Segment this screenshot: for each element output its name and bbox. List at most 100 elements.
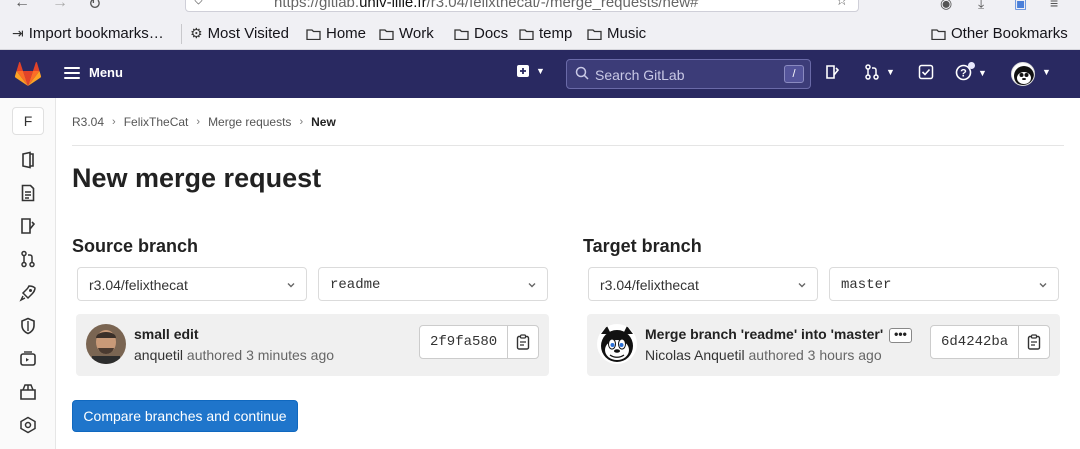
account-icon[interactable]: ▣ (1014, 0, 1027, 12)
folder-icon (454, 28, 469, 40)
issues-icon[interactable] (19, 217, 37, 235)
todos-button[interactable] (918, 64, 934, 80)
commit-author-avatar[interactable] (86, 324, 126, 364)
commit-author-avatar[interactable] (597, 324, 637, 364)
target-commit-card: Merge branch 'readme' into 'master' ••• N… (587, 314, 1060, 376)
commit-title-link[interactable]: small edit (134, 326, 199, 342)
source-commit-card: small edit anquetil authored 3 minutes a… (76, 314, 549, 376)
chevron-right-icon: › (196, 116, 201, 128)
search-shortcut-key: / (784, 65, 804, 83)
commit-sha-link[interactable]: 6d4242ba (931, 326, 1020, 358)
commit-title-link[interactable]: Merge branch 'readme' into 'master' ••• (645, 326, 912, 343)
bookmark-docs[interactable]: Docs (454, 25, 508, 42)
breadcrumb-merge-requests[interactable]: Merge requests (208, 115, 291, 129)
notification-dot (968, 62, 975, 69)
commit-meta: Nicolas Anquetil authored 3 hours ago (645, 347, 882, 363)
packages-icon[interactable] (19, 383, 37, 401)
clipboard-icon (517, 334, 530, 350)
monitor-icon[interactable] (19, 416, 37, 434)
bookmarks-divider (181, 24, 182, 44)
hamburger-icon (64, 66, 80, 79)
chevron-right-icon: › (112, 116, 116, 128)
bookmark-import[interactable]: ⇥ Import bookmarks… (12, 25, 164, 42)
search-placeholder: Search GitLab (595, 67, 685, 83)
merge-request-icon (865, 64, 879, 80)
clipboard-icon (1028, 334, 1041, 350)
felix-cat-avatar-icon (1014, 66, 1034, 85)
source-project-dropdown[interactable]: r3.04/felixthecat (77, 267, 307, 301)
url-bar[interactable]: ⛉ https://gitlab.univ-lille.fr/r3.04/fel… (185, 0, 859, 12)
bookmark-home[interactable]: Home (306, 25, 366, 42)
breadcrumb-group[interactable]: R3.04 (72, 115, 104, 129)
issues-icon (826, 65, 840, 79)
browser-toolbar: ← → ↻ ⛉ https://gitlab.univ-lille.fr/r3.… (0, 0, 1080, 14)
user-avatar[interactable] (1011, 62, 1035, 86)
bookmark-other[interactable]: Other Bookmarks (931, 25, 1068, 42)
folder-icon (379, 28, 394, 40)
url-text: https://gitlab.univ-lille.fr/r3.04/felix… (274, 0, 699, 11)
downloads-icon[interactable]: ⤓ (978, 0, 984, 12)
compare-branches-button[interactable]: Compare branches and continue (72, 400, 298, 432)
gitlab-top-nav: Menu ▼ Search GitLab / ▼ ? ▼ ▼ (0, 50, 1080, 98)
source-branch-dropdown[interactable]: readme (318, 267, 548, 301)
copy-sha-button[interactable] (508, 326, 538, 358)
back-icon[interactable]: ← (14, 0, 30, 12)
folder-icon (587, 28, 602, 40)
author-photo-icon (86, 324, 126, 364)
bookmark-star-icon[interactable]: ☆ (835, 0, 848, 9)
breadcrumb: R3.04 › FelixTheCat › Merge requests › N… (72, 115, 336, 129)
chevron-down-icon (1039, 283, 1047, 288)
new-dropdown-button[interactable]: ▼ (516, 64, 545, 78)
breadcrumb-project[interactable]: FelixTheCat (124, 115, 189, 129)
chevron-down-icon: ▼ (536, 66, 545, 76)
chevron-down-icon[interactable]: ▼ (1042, 67, 1051, 77)
source-branch-heading: Source branch (72, 236, 199, 256)
commit-author-link[interactable]: Nicolas Anquetil (645, 347, 745, 363)
breadcrumb-current[interactable]: New (311, 115, 336, 129)
folder-icon (519, 28, 534, 40)
svg-text:?: ? (960, 68, 967, 80)
rocket-icon[interactable] (19, 284, 37, 302)
bookmark-music[interactable]: Music (587, 25, 646, 42)
commit-sha-link[interactable]: 2f9fa580 (420, 326, 509, 358)
target-branch-dropdown[interactable]: master (829, 267, 1059, 301)
page-title: New merge request (72, 163, 322, 193)
deployments-icon[interactable] (19, 350, 37, 368)
copy-sha-button[interactable] (1019, 326, 1049, 358)
chevron-down-icon (287, 283, 295, 288)
project-sidebar: F (0, 98, 56, 449)
commit-author-link[interactable]: anquetil (134, 347, 183, 363)
bookmark-work[interactable]: Work (379, 25, 434, 42)
plus-square-icon (517, 65, 529, 77)
target-branch-value: master (841, 277, 892, 293)
merge-request-icon[interactable] (19, 250, 37, 268)
repository-icon[interactable] (19, 184, 37, 202)
shield-icon: ⛉ (194, 0, 204, 7)
commit-sha-group: 2f9fa580 (419, 325, 540, 359)
forward-icon[interactable]: → (52, 0, 68, 12)
reload-icon[interactable]: ↻ (88, 0, 101, 14)
bookmark-temp[interactable]: temp (519, 25, 572, 42)
gear-icon: ⚙ (190, 25, 203, 41)
search-input[interactable]: Search GitLab / (566, 59, 811, 89)
import-icon: ⇥ (12, 25, 24, 41)
shield-icon[interactable] (19, 317, 37, 335)
pocket-icon[interactable]: ◉ (940, 0, 952, 12)
project-avatar[interactable]: F (12, 107, 44, 135)
felix-cat-avatar-icon (597, 324, 637, 364)
gitlab-logo-icon[interactable] (14, 61, 42, 87)
todo-checkbox-icon (918, 64, 934, 80)
project-overview-icon[interactable] (19, 151, 37, 169)
menu-button[interactable]: Menu (64, 65, 123, 80)
target-project-dropdown[interactable]: r3.04/felixthecat (588, 267, 818, 301)
expand-commit-message-button[interactable]: ••• (889, 328, 912, 343)
bookmarks-bar: ⇥ Import bookmarks… ⚙ Most Visited Home Wo… (0, 14, 1080, 50)
chevron-down-icon (528, 283, 536, 288)
chevron-down-icon: ▼ (886, 67, 895, 77)
browser-menu-icon[interactable]: ≡ (1050, 0, 1058, 11)
folder-icon (306, 28, 321, 40)
chevron-down-icon: ▼ (978, 67, 987, 78)
issues-button[interactable] (824, 64, 840, 80)
merge-requests-button[interactable]: ▼ (864, 64, 895, 80)
bookmark-most-visited[interactable]: ⚙ Most Visited (190, 25, 289, 42)
